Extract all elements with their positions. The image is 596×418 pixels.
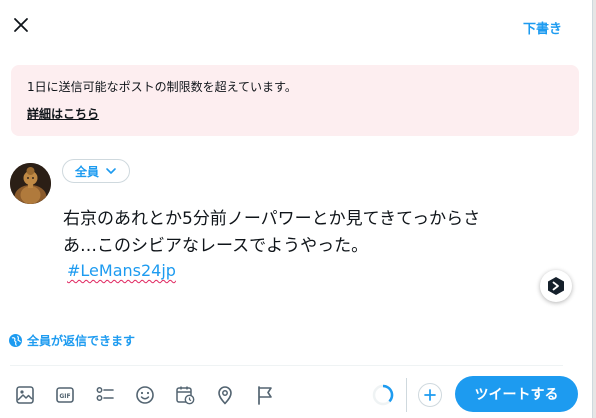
emoji-button[interactable] (132, 382, 158, 408)
drafts-button[interactable]: 下書き (523, 18, 562, 37)
compose-toolbar: GIF (12, 382, 278, 408)
window-edge (592, 0, 596, 418)
gif-button[interactable]: GIF (52, 382, 78, 408)
avatar[interactable] (10, 163, 51, 204)
toolbar-separator (406, 378, 407, 412)
gif-icon-text: GIF (59, 393, 70, 400)
schedule-icon (176, 386, 195, 405)
location-icon (218, 386, 232, 405)
reply-setting-button[interactable]: 全員が返信できます (9, 332, 135, 349)
poll-icon (96, 387, 114, 401)
flag-icon (258, 386, 272, 405)
assistant-icon (548, 277, 564, 295)
compose-text-line: あ…このシビアなレースでようやった。 (63, 236, 369, 256)
gif-icon: GIF (56, 387, 74, 403)
image-icon (16, 386, 34, 404)
chevron-down-icon (106, 168, 116, 174)
globe-icon (9, 334, 22, 347)
avatar-image (10, 163, 51, 204)
alert-details-link[interactable]: 詳細はこちら (27, 105, 99, 122)
plus-icon (424, 389, 436, 401)
audience-selector[interactable]: 全員 (62, 159, 131, 183)
poll-button[interactable] (92, 382, 118, 408)
location-button[interactable] (212, 382, 238, 408)
alert-message: 1日に送信可能なポストの制限数を超えています。 (27, 80, 297, 94)
limit-alert: 1日に送信可能なポストの制限数を超えています。 詳細はこちら (11, 65, 579, 136)
flag-button[interactable] (252, 382, 278, 408)
media-button[interactable] (12, 382, 38, 408)
emoji-icon (136, 386, 154, 404)
character-count-ring (372, 384, 394, 406)
tweet-button[interactable]: ツイートする (455, 376, 578, 412)
audience-label: 全員 (75, 164, 100, 179)
close-button[interactable] (8, 10, 34, 40)
hashtag-text: #LeMans24jp (67, 261, 176, 280)
close-icon (14, 18, 28, 32)
add-post-button[interactable] (418, 383, 442, 407)
compose-text-line: 右京のあれとか5分前ノーパワーとか見てきてっからさ (63, 209, 481, 229)
writing-assistant-button[interactable] (540, 270, 572, 302)
toolbar-divider (10, 365, 563, 366)
compose-textarea[interactable]: 右京のあれとか5分前ノーパワーとか見てきてっからさ あ…このシビアなレースでよう… (63, 206, 563, 260)
schedule-button[interactable] (172, 382, 198, 408)
reply-setting-label: 全員が返信できます (27, 334, 136, 348)
